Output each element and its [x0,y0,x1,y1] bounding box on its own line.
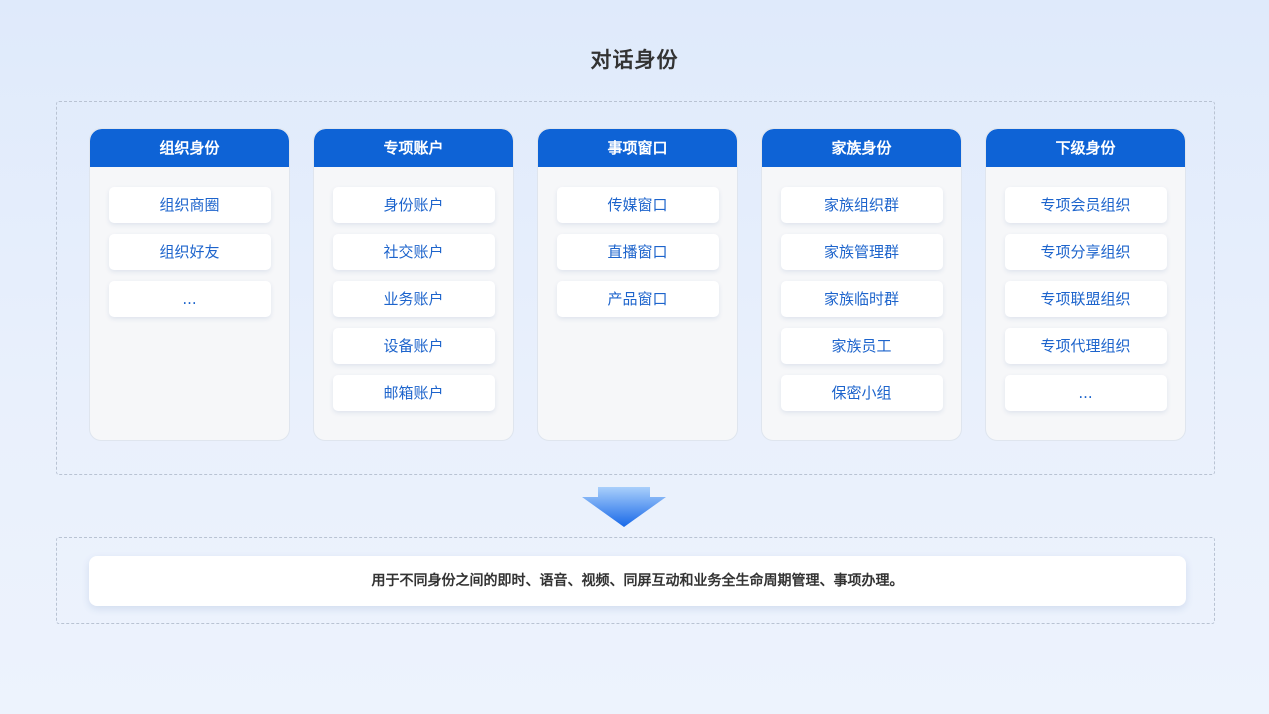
list-item[interactable]: 家族员工 [780,328,943,364]
list-item[interactable]: 家族管理群 [780,234,943,270]
description-panel: 用于不同身份之间的即时、语音、视频、同屏互动和业务全生命周期管理、事项办理。 [56,537,1215,624]
column-header: 事项窗口 [538,129,737,167]
column-organization-identity: 组织身份 组织商圈 组织好友 ... [89,128,290,441]
list-item[interactable]: 身份账户 [332,187,495,223]
down-arrow-icon [582,487,666,527]
list-item[interactable]: ... [1004,375,1167,411]
column-header: 专项账户 [314,129,513,167]
list-item[interactable]: 产品窗口 [556,281,719,317]
column-header: 组织身份 [90,129,289,167]
list-item[interactable]: 专项联盟组织 [1004,281,1167,317]
column-header: 家族身份 [762,129,961,167]
list-item[interactable]: 业务账户 [332,281,495,317]
list-item[interactable]: 家族组织群 [780,187,943,223]
list-item[interactable]: 专项会员组织 [1004,187,1167,223]
list-item[interactable]: 设备账户 [332,328,495,364]
list-item[interactable]: 组织商圈 [108,187,271,223]
list-item[interactable]: ... [108,281,271,317]
list-item[interactable]: 社交账户 [332,234,495,270]
list-item[interactable]: 家族临时群 [780,281,943,317]
list-item[interactable]: 专项代理组织 [1004,328,1167,364]
column-header: 下级身份 [986,129,1185,167]
list-item[interactable]: 直播窗口 [556,234,719,270]
description-text: 用于不同身份之间的即时、语音、视频、同屏互动和业务全生命周期管理、事项办理。 [89,556,1186,606]
column-family-identity: 家族身份 家族组织群 家族管理群 家族临时群 家族员工 保密小组 [761,128,962,441]
page-title: 对话身份 [590,48,679,72]
list-item[interactable]: 保密小组 [780,375,943,411]
identity-columns: 组织身份 组织商圈 组织好友 ... 专项账户 身份账户 社交账户 业务账户 设… [89,128,1186,441]
column-special-accounts: 专项账户 身份账户 社交账户 业务账户 设备账户 邮箱账户 [313,128,514,441]
list-item[interactable]: 专项分享组织 [1004,234,1167,270]
column-matter-windows: 事项窗口 传媒窗口 直播窗口 产品窗口 [537,128,738,441]
column-subordinate-identity: 下级身份 专项会员组织 专项分享组织 专项联盟组织 专项代理组织 ... [985,128,1186,441]
list-item[interactable]: 传媒窗口 [556,187,719,223]
list-item[interactable]: 组织好友 [108,234,271,270]
list-item[interactable]: 邮箱账户 [332,375,495,411]
identity-panel: 组织身份 组织商圈 组织好友 ... 专项账户 身份账户 社交账户 业务账户 设… [56,101,1215,475]
